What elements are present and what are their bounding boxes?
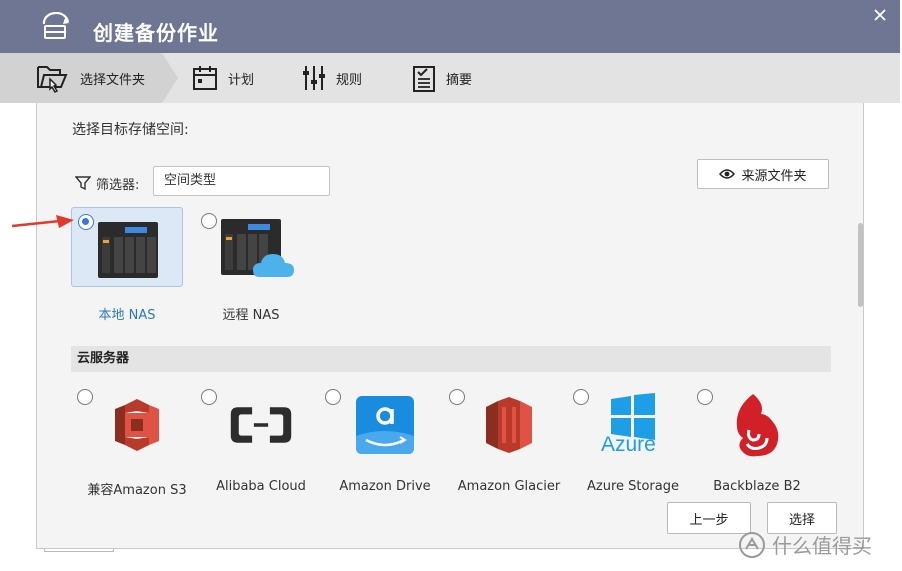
cloud-option-label: 兼容Amazon S3 xyxy=(87,483,187,498)
cloud-radio[interactable] xyxy=(77,389,93,405)
filter-select[interactable]: 空间类型 xyxy=(153,166,330,196)
remote-nas-label: 远程 NAS xyxy=(222,308,280,323)
azure-logo-text: Azure xyxy=(601,433,656,456)
step-label: 选择文件夹 xyxy=(80,72,146,88)
cloud-radio[interactable] xyxy=(325,389,341,405)
cloud-option-amazon-glacier[interactable]: Amazon Glacier xyxy=(449,387,573,497)
scrollbar-thumb[interactable] xyxy=(858,223,863,307)
step-schedule[interactable]: 计划 xyxy=(192,53,254,103)
step-summary[interactable]: 摘要 xyxy=(412,53,472,103)
annotation-arrow-icon xyxy=(11,215,74,228)
calendar-icon xyxy=(193,66,217,90)
backup-job-dialog: 创建备份作业 选择文件夹 计划 规则 摘要 xyxy=(0,0,900,103)
local-nas-option[interactable] xyxy=(71,207,183,287)
cloud-option-amazon-drive[interactable]: Amazon Drive xyxy=(325,387,449,497)
remote-nas-option[interactable] xyxy=(195,207,307,287)
storage-prompt: 选择目标存储空间: xyxy=(72,122,189,138)
step-label: 摘要 xyxy=(446,72,473,88)
dialog-title: 创建备份作业 xyxy=(93,21,219,45)
step-label: 计划 xyxy=(228,72,255,88)
cloud-option-label: Amazon Drive xyxy=(339,479,431,494)
wizard-steps: 选择文件夹 计划 规则 摘要 xyxy=(0,53,900,103)
cloud-radio[interactable] xyxy=(697,389,713,405)
alibaba-cloud-icon xyxy=(229,393,293,457)
amazon-s3-icon xyxy=(105,393,169,457)
cloud-radio[interactable] xyxy=(449,389,465,405)
cloud-section-header: 云服务器 xyxy=(71,346,831,372)
step-rules[interactable]: 规则 xyxy=(302,53,362,103)
sliders-icon xyxy=(303,66,325,90)
watermark-text: 什么值得买 xyxy=(772,534,872,558)
backblaze-icon xyxy=(725,393,789,457)
smzdm-logo xyxy=(739,531,765,558)
amazon-drive-icon xyxy=(353,393,417,457)
source-folder-button[interactable]: 来源文件夹 xyxy=(697,159,829,189)
cloud-radio[interactable] xyxy=(573,389,589,405)
cloud-option-alibaba[interactable]: Alibaba Cloud xyxy=(201,387,325,497)
cloud-option-label: Alibaba Cloud xyxy=(216,479,306,494)
cloud-option-label: Amazon Glacier xyxy=(457,479,561,494)
remote-nas-cloud-icon xyxy=(221,219,294,277)
eye-icon xyxy=(719,169,736,179)
local-nas-label: 本地 NAS xyxy=(98,308,156,323)
folder-select-icon xyxy=(37,66,68,93)
cloud-option-label: Azure Storage xyxy=(586,479,679,494)
cloud-radio[interactable] xyxy=(201,389,217,405)
clipboard-icon xyxy=(413,66,435,92)
filter-label: 筛选器: xyxy=(96,178,140,193)
title-bar: 创建备份作业 xyxy=(0,0,900,53)
cloud-option-label: Backblaze B2 xyxy=(713,479,801,494)
backup-job-icon xyxy=(38,11,74,42)
step-select-folder[interactable]: 选择文件夹 xyxy=(36,53,145,103)
source-folder-label: 来源文件夹 xyxy=(741,168,807,184)
cloud-option-backblaze[interactable]: Backblaze B2 xyxy=(697,387,821,497)
remote-nas-radio[interactable] xyxy=(201,213,217,229)
watermark: 什么值得买 xyxy=(738,530,872,559)
cloud-option-amazon-s3[interactable]: 兼容Amazon S3 xyxy=(77,387,201,498)
azure-icon: Azure xyxy=(593,393,673,457)
close-icon[interactable] xyxy=(872,7,888,23)
local-nas-radio[interactable] xyxy=(78,214,94,230)
content-panel: 选择目标存储空间: 筛选器: 空间类型 来源文件夹 本地 NAS 远程 NAS … xyxy=(36,103,864,549)
amazon-glacier-icon xyxy=(477,393,541,457)
nas-device-icon xyxy=(98,222,158,278)
step-label: 规则 xyxy=(336,72,363,88)
filter-icon xyxy=(74,175,92,195)
cloud-option-azure[interactable]: Azure Azure Storage xyxy=(573,387,697,497)
